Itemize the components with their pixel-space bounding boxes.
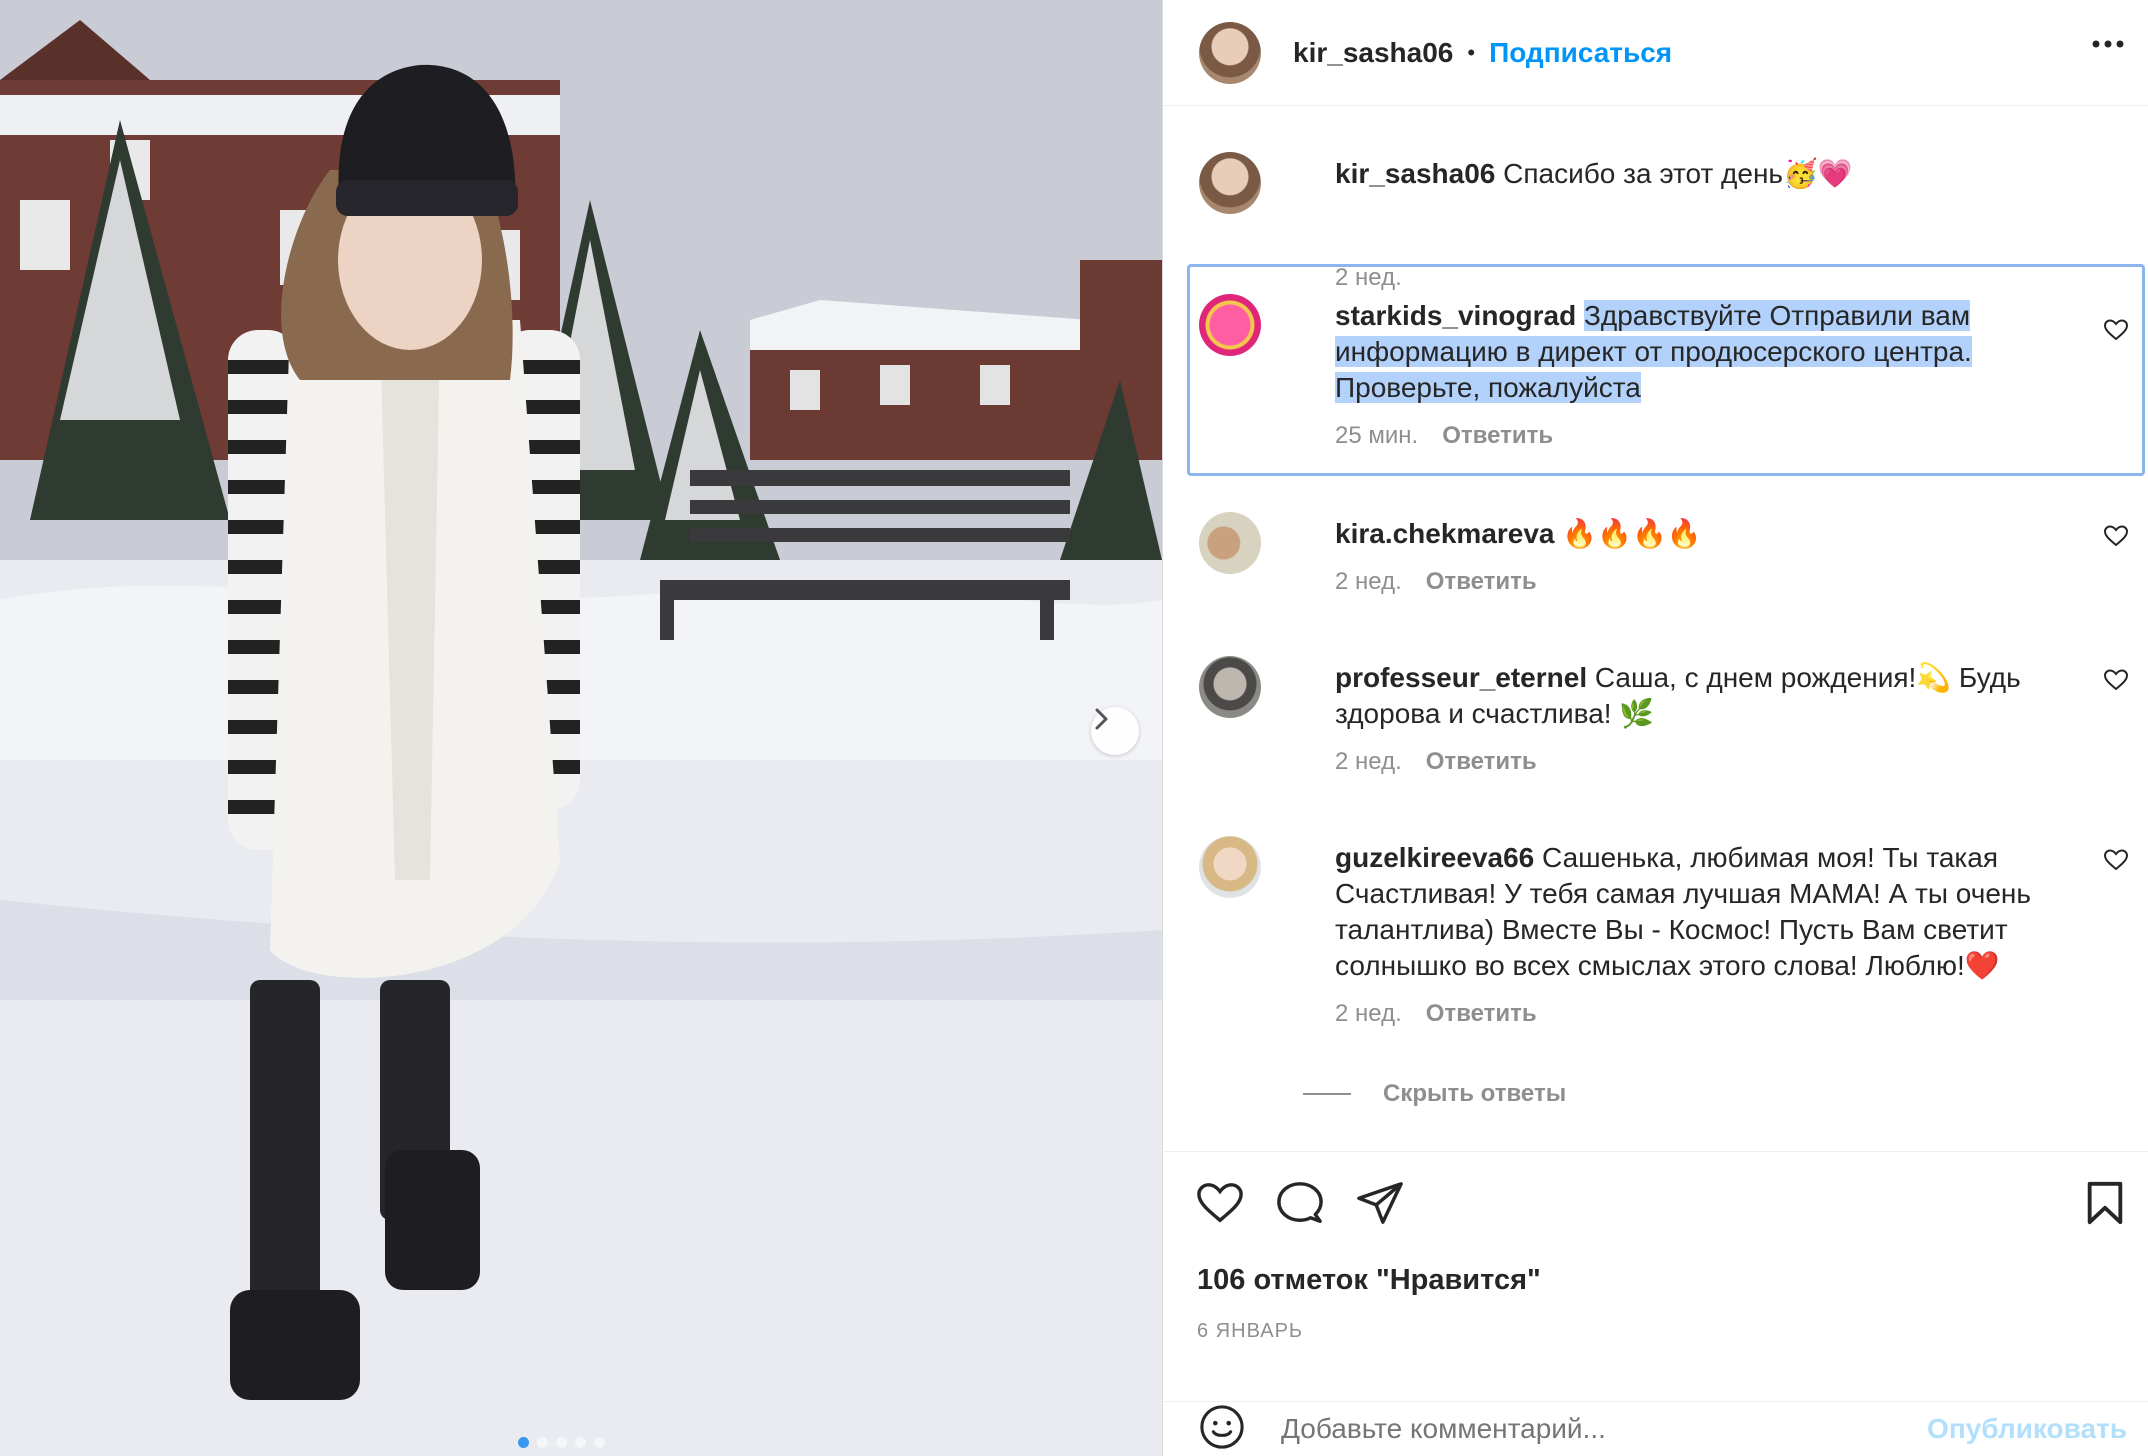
heart-outline-icon <box>2103 669 2129 691</box>
hide-replies-button[interactable]: Скрыть ответы <box>1303 1080 1566 1108</box>
comment-time[interactable]: 2 нед. <box>1335 748 1402 776</box>
reply-button[interactable]: Ответить <box>1426 748 1537 776</box>
post-actions: 106 отметок "Нравится" 6 ЯНВАРЬ <box>1163 1151 2148 1401</box>
post-caption: kir_sasha06 Спасибо за этот день🥳💗 2 нед… <box>1199 152 2139 291</box>
smiley-icon <box>1200 1404 1244 1449</box>
comment-like-button[interactable] <box>2103 848 2129 877</box>
publish-button[interactable]: Опубликовать <box>1927 1413 2127 1445</box>
comment-button[interactable] <box>1275 1180 1325 1231</box>
like-button[interactable] <box>1195 1180 1245 1231</box>
comment-username[interactable]: kira.chekmareva <box>1335 518 1555 549</box>
post-photo[interactable] <box>0 0 1162 1456</box>
likes-count[interactable]: 106 отметок "Нравится" <box>1197 1264 1541 1297</box>
comments-list[interactable]: kir_sasha06 Спасибо за этот день🥳💗 2 нед… <box>1163 106 2148 1151</box>
hide-replies-line <box>1303 1093 1351 1095</box>
author-username[interactable]: kir_sasha06 <box>1293 37 1453 69</box>
heart-icon <box>1197 1183 1243 1223</box>
caption-username[interactable]: kir_sasha06 <box>1335 158 1495 189</box>
reply-button[interactable]: Ответить <box>1442 422 1553 450</box>
comment-bubble-icon <box>1277 1182 1323 1223</box>
comment-like-button[interactable] <box>2103 668 2129 697</box>
commenter-avatar[interactable] <box>1199 294 1261 356</box>
comment-username[interactable]: professeur_eternel <box>1335 662 1587 693</box>
comment-username[interactable]: guzelkireeva66 <box>1335 842 1534 873</box>
carousel-indicators <box>518 1437 605 1448</box>
comment-like-button[interactable] <box>2103 524 2129 553</box>
hide-replies-label: Скрыть ответы <box>1383 1080 1567 1107</box>
photo-illustration <box>0 0 1162 1456</box>
carousel-dot <box>518 1437 529 1448</box>
next-photo-button[interactable] <box>1091 707 1139 755</box>
carousel-dot <box>537 1437 548 1448</box>
paper-plane-icon <box>1357 1182 1403 1224</box>
comment-time[interactable]: 2 нед. <box>1335 1000 1402 1028</box>
author-avatar[interactable] <box>1199 152 1261 214</box>
building-middle <box>750 300 1090 460</box>
heart-outline-icon <box>2103 525 2129 547</box>
carousel-dot <box>556 1437 567 1448</box>
comment-text: 🔥🔥🔥🔥 <box>1562 518 1702 549</box>
bookmark-icon <box>2087 1181 2123 1225</box>
comment-composer: Опубликовать <box>1163 1401 2148 1456</box>
share-button[interactable] <box>1355 1180 1405 1231</box>
comment-username[interactable]: starkids_vinograd <box>1335 300 1576 331</box>
more-options-button[interactable] <box>2091 36 2125 54</box>
more-dots-icon <box>2092 40 2124 48</box>
header-separator: • <box>1467 39 1476 65</box>
emoji-button[interactable] <box>1199 1404 1245 1455</box>
carousel-dot <box>575 1437 586 1448</box>
follow-button[interactable]: Подписаться <box>1489 37 1672 69</box>
commenter-avatar[interactable] <box>1199 656 1261 718</box>
reply-button[interactable]: Ответить <box>1426 1000 1537 1028</box>
commenter-avatar[interactable] <box>1199 836 1261 898</box>
save-button[interactable] <box>2085 1180 2125 1231</box>
comment-time[interactable]: 2 нед. <box>1335 568 1402 596</box>
author-avatar[interactable] <box>1199 21 1261 84</box>
reply-button[interactable]: Ответить <box>1426 568 1537 596</box>
heart-outline-icon <box>2103 319 2129 341</box>
chevron-right-icon <box>1095 708 1108 730</box>
post-side-panel: kir_sasha06 • Подписаться kir_sasha06 Сп… <box>1162 0 2148 1456</box>
post-date[interactable]: 6 ЯНВАРЬ <box>1197 1320 1303 1343</box>
heart-outline-icon <box>2103 849 2129 871</box>
commenter-avatar[interactable] <box>1199 512 1261 574</box>
carousel-dot <box>594 1437 605 1448</box>
comment-like-button[interactable] <box>2103 318 2129 347</box>
comment-time[interactable]: 25 мин. <box>1335 422 1418 450</box>
comment-input[interactable] <box>1281 1413 1921 1445</box>
caption-text: Спасибо за этот день🥳💗 <box>1503 158 1853 189</box>
post-header: kir_sasha06 • Подписаться <box>1163 0 2148 106</box>
